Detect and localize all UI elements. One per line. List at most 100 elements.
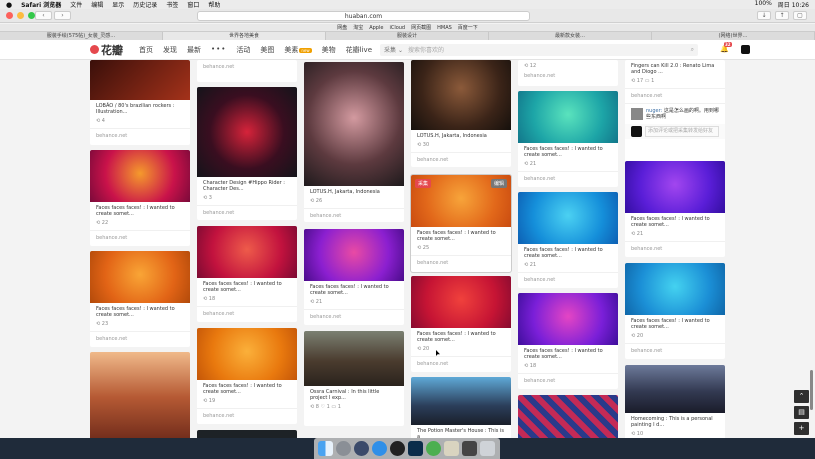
photoshop-icon[interactable] xyxy=(408,441,423,456)
download-icon[interactable]: ↓ xyxy=(757,11,771,20)
pin-image[interactable] xyxy=(304,331,404,386)
site-logo[interactable]: 花瓣 xyxy=(90,42,123,58)
pin-source[interactable]: behance.net xyxy=(90,230,190,245)
pin-card[interactable]: Faces faces faces! : I wanted to create … xyxy=(625,161,725,257)
commenter-avatar[interactable] xyxy=(631,108,643,120)
pin-card[interactable]: LOTUS.H, Jakarta, Indonesia ⟲ 26 behance… xyxy=(304,62,404,222)
pin-card[interactable]: Faces faces faces! : I wanted to create … xyxy=(197,328,297,424)
favorite-item[interactable]: Apple xyxy=(369,25,383,31)
pin-card[interactable]: Faces faces faces! : I wanted to create … xyxy=(625,263,725,359)
pin-image[interactable] xyxy=(625,263,725,315)
tab[interactable]: 最新款女装… xyxy=(489,32,652,40)
pin-source[interactable]: behance.net xyxy=(518,272,618,287)
nav-latest[interactable]: 最新 xyxy=(187,45,201,55)
nav-discover[interactable]: 发现 xyxy=(163,45,177,55)
pin-image[interactable] xyxy=(197,328,297,380)
pin-source[interactable]: behance.net xyxy=(411,356,511,371)
pin-source[interactable]: behance.net xyxy=(518,373,618,388)
pin-image[interactable] xyxy=(518,91,618,143)
pin-image[interactable] xyxy=(197,430,297,438)
trash-icon[interactable] xyxy=(480,441,495,456)
favorite-item[interactable]: 网盘 xyxy=(337,24,347,31)
pin-source[interactable]: behance.net xyxy=(625,343,725,358)
finder-icon[interactable] xyxy=(318,441,333,456)
forward-button[interactable]: › xyxy=(54,11,71,20)
pin-card[interactable]: LOTUS.H, Jakarta, Indonesia ⟲ 30 behance… xyxy=(411,60,511,167)
pin-card[interactable]: The Potion Master's House : This is a xyxy=(411,377,511,438)
share-icon[interactable]: ↑ xyxy=(775,11,789,20)
pin-source[interactable]: behance.net xyxy=(518,171,618,186)
favorite-item[interactable]: 百度一下 xyxy=(458,24,478,31)
tab-active[interactable]: 世界各地美食 xyxy=(163,32,326,40)
pin-source[interactable]: behance.net xyxy=(411,152,511,167)
pin-card[interactable] xyxy=(197,430,297,438)
menu-edit[interactable]: 编辑 xyxy=(91,0,103,9)
nav-materials[interactable]: 美素 new xyxy=(284,45,312,55)
pin-card[interactable]: behance.net xyxy=(197,60,297,82)
pin-image[interactable] xyxy=(90,352,190,438)
close-window-icon[interactable] xyxy=(6,12,13,19)
pin-source[interactable]: behance.net xyxy=(197,60,297,74)
menu-help[interactable]: 帮助 xyxy=(208,0,220,9)
pin-source[interactable]: behance.net xyxy=(304,309,404,324)
pin-image[interactable] xyxy=(518,395,618,438)
system-preferences-icon[interactable] xyxy=(336,441,351,456)
pin-card-hovered[interactable]: 采集 编辑 Faces faces faces! : I wanted to c… xyxy=(411,175,511,272)
minimize-window-icon[interactable] xyxy=(17,12,24,19)
pin-image[interactable] xyxy=(625,161,725,213)
search-icon[interactable]: ⌕ xyxy=(691,46,694,54)
back-to-top-icon[interactable]: ⌃ xyxy=(794,390,809,403)
address-bar[interactable]: huaban.com xyxy=(197,11,530,21)
apple-menu-icon[interactable]: ● xyxy=(6,1,12,9)
tabs-overview-icon[interactable]: ▢ xyxy=(793,11,807,20)
pin-source[interactable]: behance.net xyxy=(197,408,297,423)
battery-status[interactable]: 100% xyxy=(755,0,772,9)
pin-image[interactable] xyxy=(411,276,511,328)
pin-card[interactable]: Faces faces faces! : I wanted to create … xyxy=(304,229,404,325)
pin-source[interactable]: behance.net xyxy=(90,128,190,143)
pin-image[interactable] xyxy=(90,60,190,100)
favorite-item[interactable]: 淘宝 xyxy=(353,24,363,31)
pin-card[interactable]: Fingers can Kill 2.0 : Renato Lima and D… xyxy=(625,60,725,165)
collect-button[interactable]: 采集 xyxy=(415,179,432,188)
pin-image[interactable] xyxy=(625,365,725,413)
pin-image[interactable] xyxy=(518,192,618,244)
scrollbar[interactable] xyxy=(810,370,813,410)
safari-icon[interactable] xyxy=(372,441,387,456)
pin-card[interactable]: ⟲ 12 behance.net xyxy=(518,60,618,86)
pin-card[interactable]: Homecoming : This is a personal painting… xyxy=(625,365,725,438)
nav-live[interactable]: 花瓣live xyxy=(346,45,372,55)
qq-icon[interactable] xyxy=(390,441,405,456)
menu-window[interactable]: 窗口 xyxy=(187,0,199,9)
add-pin-icon[interactable]: + xyxy=(794,422,809,435)
pin-source[interactable]: behance.net xyxy=(518,69,618,83)
favorite-item[interactable]: HMAS xyxy=(437,25,452,31)
nav-events[interactable]: 活动 xyxy=(236,45,250,55)
edit-button[interactable]: 编辑 xyxy=(490,179,507,188)
pin-image[interactable] xyxy=(304,62,404,186)
pin-card[interactable]: Ossra Carnival : In this little project … xyxy=(304,331,404,426)
pin-image[interactable] xyxy=(90,251,190,303)
nav-pictures[interactable]: 美图 xyxy=(260,45,274,55)
screen-icon[interactable] xyxy=(462,441,477,456)
pin-source[interactable]: behance.net xyxy=(411,255,511,270)
feedback-icon[interactable]: ▤ xyxy=(794,406,809,419)
search-box[interactable]: 采集 ⌄ 搜索你喜欢的 ⌕ xyxy=(380,43,699,56)
nav-home[interactable]: 首页 xyxy=(139,45,153,55)
pin-card[interactable]: Faces faces faces! : I wanted to create … xyxy=(90,251,190,347)
pin-card[interactable]: Faces faces faces! : I wanted to create … xyxy=(411,276,511,372)
pin-card[interactable]: Faces faces faces! : I wanted to create … xyxy=(518,293,618,389)
pin-card[interactable]: Faces faces faces! : I wanted to create … xyxy=(518,192,618,288)
pin-card[interactable]: LOBÃO / 80's brazilian rockers : Illustr… xyxy=(90,60,190,145)
menu-file[interactable]: 文件 xyxy=(70,0,82,9)
pin-image[interactable] xyxy=(518,293,618,345)
search-input[interactable]: 搜索你喜欢的 xyxy=(408,45,444,54)
stickies-icon[interactable] xyxy=(444,441,459,456)
tab[interactable]: 服装手绘(575帖)_女装_灵感… xyxy=(0,32,163,40)
menu-bookmarks[interactable]: 书签 xyxy=(166,0,178,9)
pin-image[interactable] xyxy=(197,87,297,177)
pin-image[interactable] xyxy=(90,150,190,202)
menu-safari[interactable]: Safari 浏览器 xyxy=(21,0,61,9)
tab[interactable]: (网络)世界… xyxy=(652,32,815,40)
favorite-item[interactable]: iCloud xyxy=(389,25,405,31)
